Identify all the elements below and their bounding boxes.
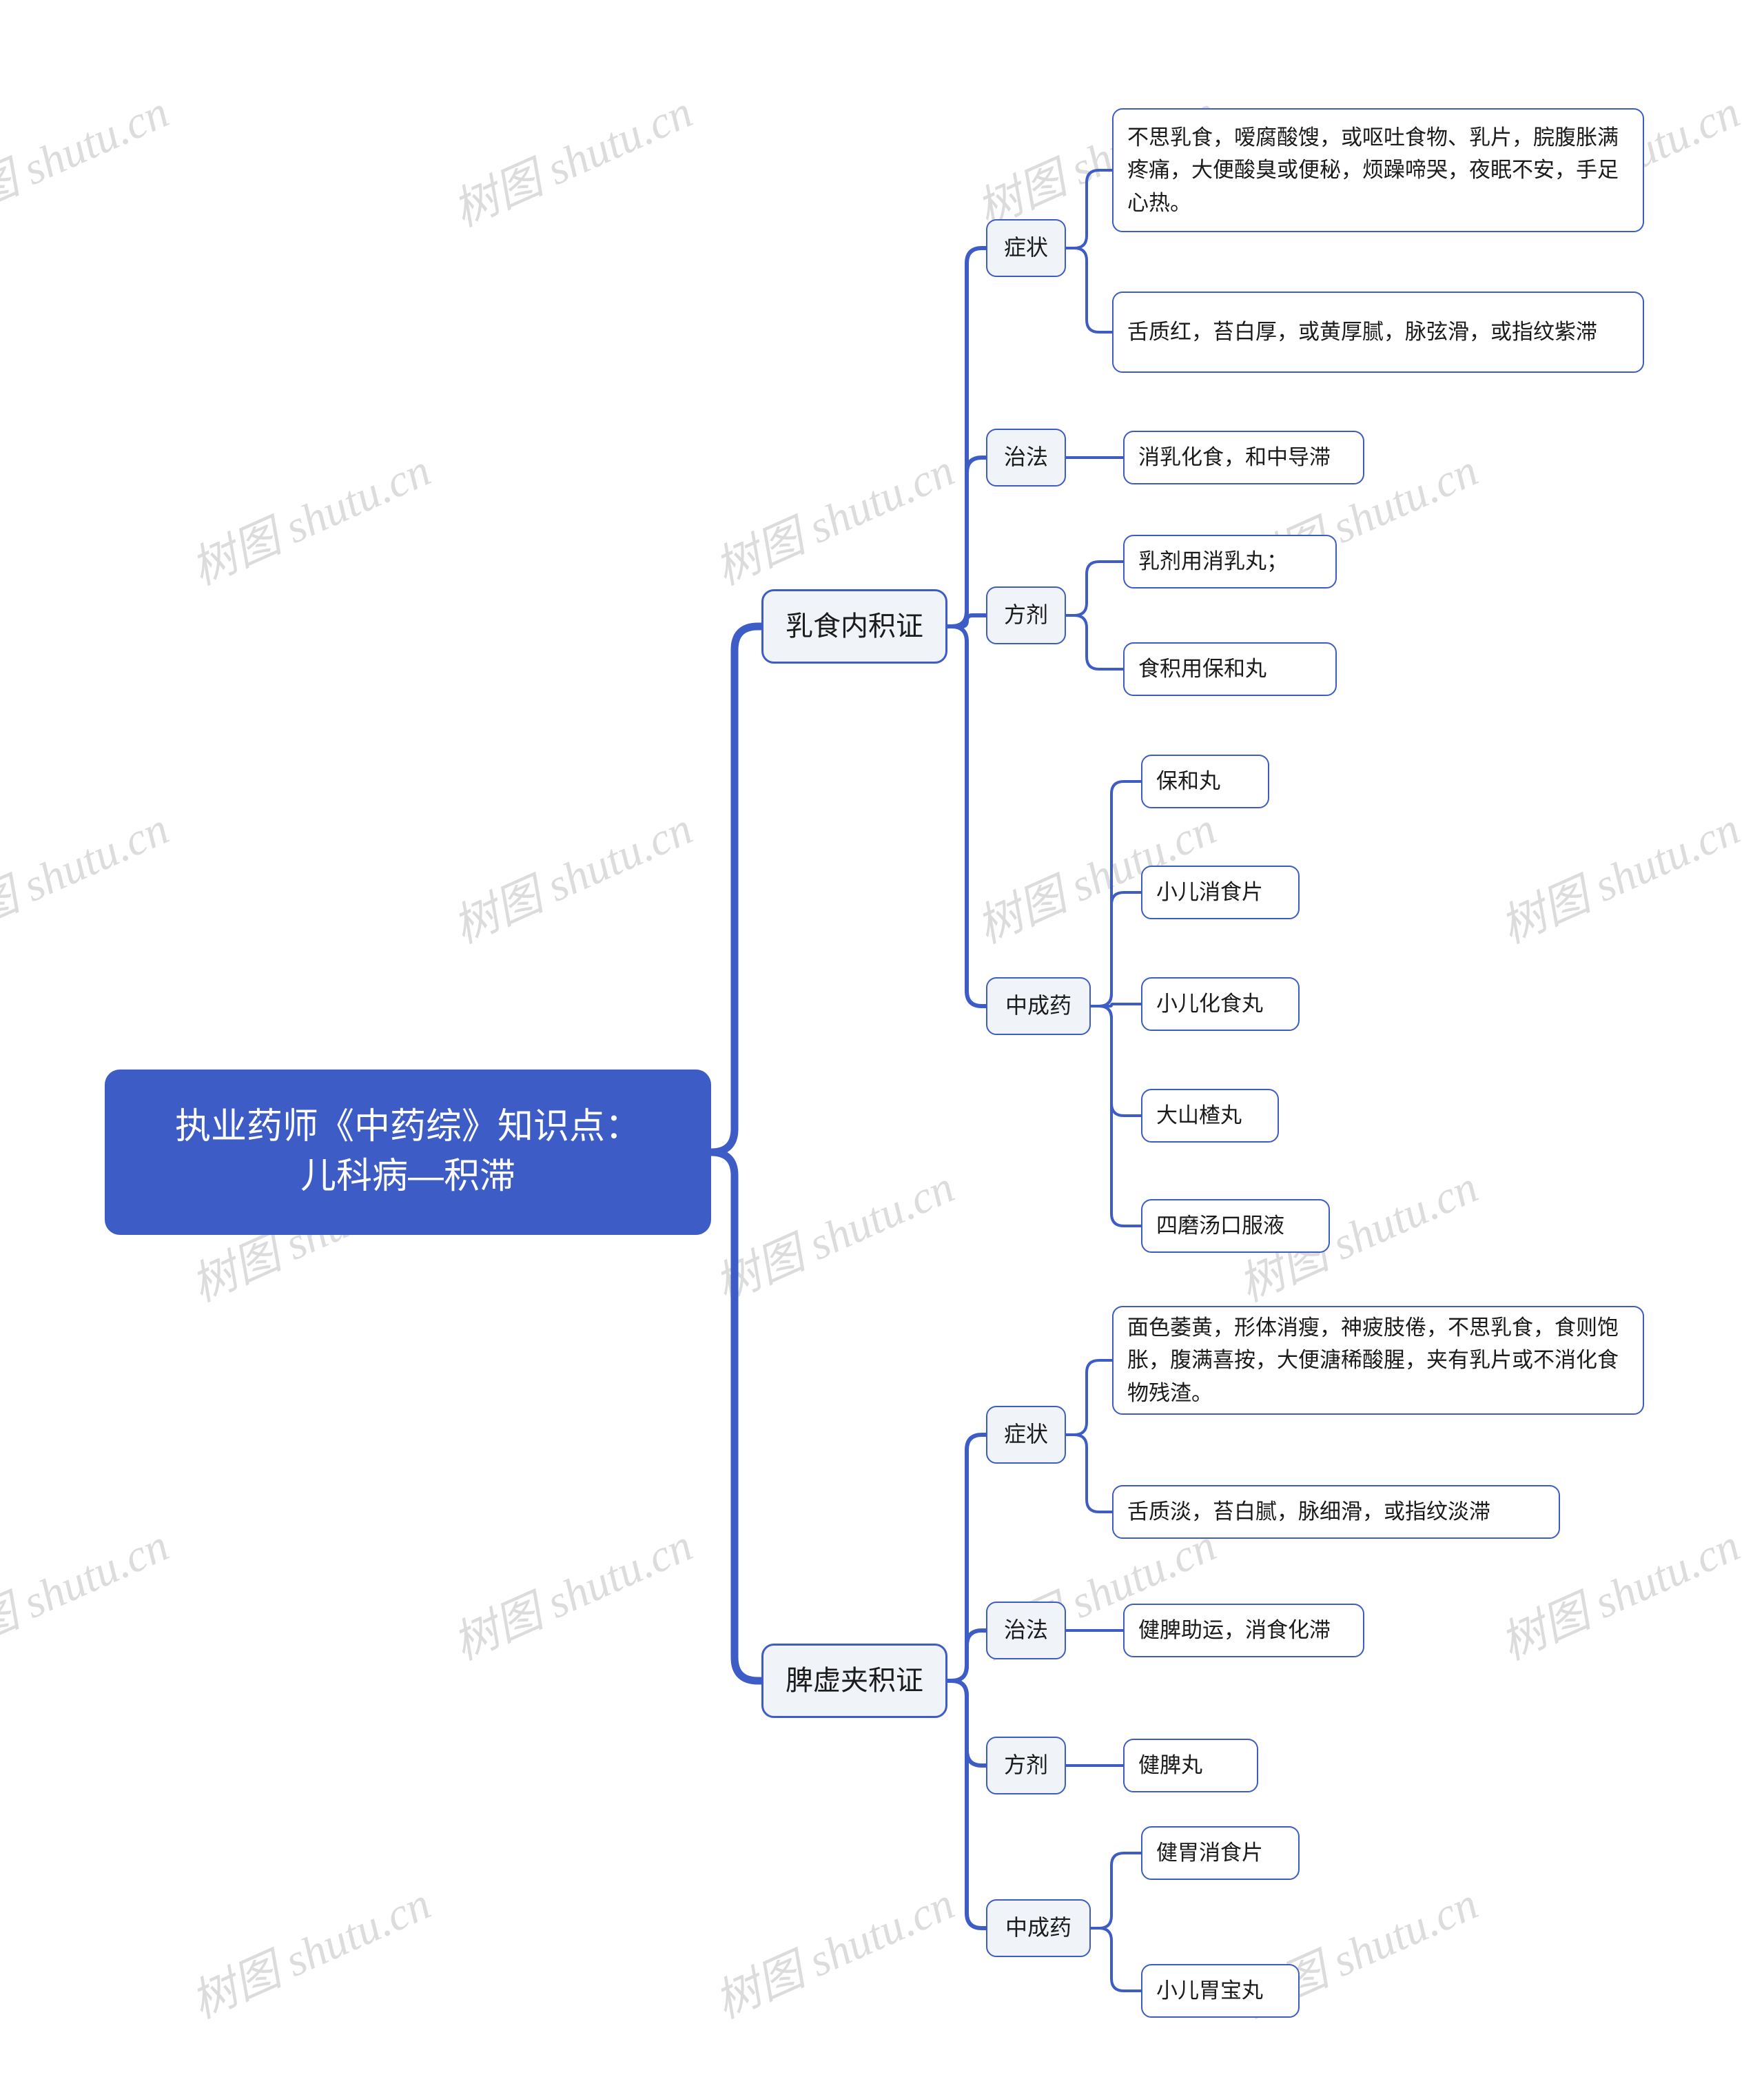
leaf-node-0-1-0[interactable]: 消乳化食，和中导滞	[1123, 431, 1364, 484]
category-node-1-0-label: 症状	[1003, 1422, 1048, 1447]
branch-node-0-label: 乳食内积证	[786, 611, 923, 642]
leaf-node-0-2-1[interactable]: 食积用保和丸	[1123, 642, 1337, 696]
leaf-node-1-0-1-label: 舌质淡，苔白腻，脉细滑，或指纹淡滞	[1127, 1500, 1490, 1524]
leaf-node-1-3-0-label: 健胃消食片	[1156, 1841, 1263, 1865]
category-node-0-3-label: 中成药	[1005, 993, 1071, 1019]
leaf-node-1-3-0[interactable]: 健胃消食片	[1141, 1826, 1300, 1880]
category-node-1-1-label: 治法	[1003, 1617, 1048, 1643]
leaf-node-0-0-1[interactable]: 舌质红，苔白厚，或黄厚腻，脉弦滑，或指纹紫滞	[1112, 291, 1644, 373]
leaf-node-0-3-4-label: 四磨汤口服液	[1156, 1214, 1284, 1238]
branch-node-1[interactable]: 脾虚夹积证	[761, 1644, 947, 1718]
category-node-0-0-label: 症状	[1003, 235, 1048, 260]
leaf-node-0-3-4[interactable]: 四磨汤口服液	[1141, 1199, 1330, 1253]
category-node-1-2[interactable]: 方剂	[986, 1737, 1066, 1794]
root-node[interactable]: 执业药师《中药综》知识点： 儿科病—积滞	[105, 1070, 711, 1235]
leaf-node-0-0-0-label: 不思乳食，嗳腐酸馊，或呕吐食物、乳片，脘腹胀满疼痛，大便酸臭或便秘，烦躁啼哭，夜…	[1127, 125, 1619, 215]
leaf-node-0-3-2[interactable]: 小儿化食丸	[1141, 977, 1300, 1031]
leaf-node-0-3-3[interactable]: 大山楂丸	[1141, 1089, 1279, 1143]
root-node-label: 执业药师《中药综》知识点： 儿科病—积滞	[174, 1107, 641, 1196]
category-node-1-2-label: 方剂	[1003, 1752, 1048, 1778]
node-layer: 执业药师《中药综》知识点： 儿科病—积滞 乳食内积证 症状 不思乳食，嗳腐酸馊，或…	[0, 0, 1764, 2097]
leaf-node-0-0-1-label: 舌质红，苔白厚，或黄厚腻，脉弦滑，或指纹紫滞	[1127, 320, 1597, 345]
leaf-node-1-1-0-label: 健脾助运，消食化滞	[1138, 1618, 1331, 1643]
mindmap-canvas: 树图 shutu.cn树图 shutu.cn树图 shutu.cn树图 shut…	[0, 0, 1764, 2097]
category-node-0-1-label: 治法	[1003, 444, 1048, 470]
leaf-node-1-2-0-label: 健脾丸	[1138, 1753, 1202, 1778]
leaf-node-1-2-0[interactable]: 健脾丸	[1123, 1739, 1258, 1792]
leaf-node-1-0-1[interactable]: 舌质淡，苔白腻，脉细滑，或指纹淡滞	[1112, 1485, 1560, 1539]
category-node-0-3[interactable]: 中成药	[986, 977, 1091, 1035]
leaf-node-0-0-0[interactable]: 不思乳食，嗳腐酸馊，或呕吐食物、乳片，脘腹胀满疼痛，大便酸臭或便秘，烦躁啼哭，夜…	[1112, 108, 1644, 232]
category-node-1-3[interactable]: 中成药	[986, 1899, 1091, 1957]
branch-node-0[interactable]: 乳食内积证	[761, 589, 947, 664]
leaf-node-1-1-0[interactable]: 健脾助运，消食化滞	[1123, 1604, 1364, 1657]
category-node-0-1[interactable]: 治法	[986, 429, 1066, 487]
category-node-1-0[interactable]: 症状	[986, 1406, 1066, 1464]
category-node-0-2[interactable]: 方剂	[986, 586, 1066, 644]
leaf-node-0-3-0-label: 保和丸	[1156, 769, 1220, 794]
leaf-node-0-3-3-label: 大山楂丸	[1156, 1103, 1242, 1128]
leaf-node-0-1-0-label: 消乳化食，和中导滞	[1138, 445, 1331, 470]
leaf-node-0-3-1-label: 小儿消食片	[1156, 880, 1263, 905]
category-node-1-3-label: 中成药	[1005, 1915, 1071, 1941]
leaf-node-1-0-0[interactable]: 面色萎黄，形体消瘦，神疲肢倦，不思乳食，食则饱胀，腹满喜按，大便溏稀酸腥，夹有乳…	[1112, 1306, 1644, 1415]
branch-node-1-label: 脾虚夹积证	[786, 1666, 923, 1696]
leaf-node-0-2-0-label: 乳剂用消乳丸；	[1138, 549, 1288, 574]
category-node-0-2-label: 方剂	[1003, 602, 1048, 628]
leaf-node-1-3-1-label: 小儿胃宝丸	[1156, 1978, 1263, 2003]
leaf-node-0-2-0[interactable]: 乳剂用消乳丸；	[1123, 535, 1337, 589]
leaf-node-0-3-2-label: 小儿化食丸	[1156, 992, 1263, 1016]
leaf-node-0-3-1[interactable]: 小儿消食片	[1141, 866, 1300, 919]
leaf-node-0-2-1-label: 食积用保和丸	[1138, 657, 1266, 682]
category-node-0-0[interactable]: 症状	[986, 219, 1066, 277]
category-node-1-1[interactable]: 治法	[986, 1602, 1066, 1659]
leaf-node-1-3-1[interactable]: 小儿胃宝丸	[1141, 1964, 1300, 2018]
leaf-node-1-0-0-label: 面色萎黄，形体消瘦，神疲肢倦，不思乳食，食则饱胀，腹满喜按，大便溏稀酸腥，夹有乳…	[1127, 1316, 1619, 1405]
leaf-node-0-3-0[interactable]: 保和丸	[1141, 755, 1269, 808]
